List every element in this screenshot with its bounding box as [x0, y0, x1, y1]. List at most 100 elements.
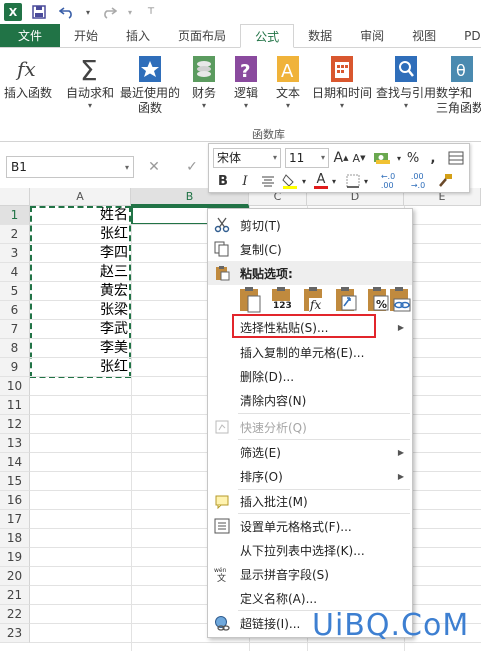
column-header-a[interactable]: A — [30, 188, 131, 206]
tab-pdf[interactable]: PD — [450, 24, 480, 47]
tab-data[interactable]: 数据 — [294, 24, 346, 47]
italic-button[interactable]: I — [237, 171, 253, 191]
chevron-down-icon: ▾ — [320, 153, 325, 162]
paste-values-button[interactable]: 123 — [270, 286, 294, 314]
math-trig-button[interactable]: θ 数学和 三角函数 — [436, 54, 481, 116]
menu-item-filter[interactable]: 筛选(E) ▶ — [208, 440, 412, 464]
tab-page-layout[interactable]: 页面布局 — [164, 24, 240, 47]
row-header-10[interactable]: 10 — [0, 377, 30, 396]
menu-item-phonetic-field[interactable]: wén 文 显示拼音字段(S) — [208, 562, 412, 586]
svg-text:?: ? — [240, 61, 250, 82]
tab-home[interactable]: 开始 — [60, 24, 112, 47]
align-center-button[interactable] — [259, 171, 277, 191]
row-header-4[interactable]: 4 — [0, 263, 30, 282]
paste-formatting-button[interactable]: % — [366, 286, 390, 314]
excel-logo-icon: X — [4, 3, 22, 21]
financial-button[interactable]: 财务 ▾ — [190, 54, 218, 111]
enter-entry-button[interactable]: ✓ — [178, 156, 206, 178]
menu-item-insert-copied-cells[interactable]: 插入复制的单元格(E)... — [208, 340, 412, 364]
menu-item-sort[interactable]: 排序(O) ▶ — [208, 464, 412, 488]
font-color-button[interactable]: A — [313, 171, 329, 191]
tab-view[interactable]: 视图 — [398, 24, 450, 47]
row-header-3[interactable]: 3 — [0, 244, 30, 263]
row-header-1[interactable]: 1 — [0, 206, 30, 225]
menu-item-format-cells[interactable]: 设置单元格格式(F)... — [208, 514, 412, 538]
menu-item-clear-contents[interactable]: 清除内容(N) — [208, 388, 412, 412]
menu-item-insert-comment[interactable]: 插入批注(M) — [208, 489, 412, 513]
bold-button[interactable]: B — [215, 171, 231, 191]
insert-function-button[interactable]: fx 插入函数 — [4, 54, 52, 101]
row-header-8[interactable]: 8 — [0, 339, 30, 358]
fill-color-button[interactable] — [281, 171, 299, 191]
row-header-19[interactable]: 19 — [0, 548, 30, 567]
row-header-20[interactable]: 20 — [0, 567, 30, 586]
chevron-down-icon: ▾ — [88, 101, 93, 110]
select-all-corner[interactable] — [0, 188, 30, 206]
tab-insert[interactable]: 插入 — [112, 24, 164, 47]
row-header-15[interactable]: 15 — [0, 472, 30, 491]
text-button[interactable]: A 文本 ▾ — [274, 54, 302, 111]
shrink-font-button[interactable]: A ▼ — [351, 148, 367, 168]
font-name-select[interactable]: 宋体 ▾ — [213, 148, 281, 168]
row-header-9[interactable]: 9 — [0, 358, 30, 377]
menu-item-cut[interactable]: 剪切(T) — [208, 213, 412, 237]
row-header-18[interactable]: 18 — [0, 529, 30, 548]
row-header-23[interactable]: 23 — [0, 624, 30, 643]
percent-style-button[interactable]: % — [405, 148, 421, 168]
format-painter-button[interactable] — [435, 171, 455, 191]
cancel-entry-button[interactable]: ✕ — [140, 156, 168, 178]
menu-item-pick-from-list[interactable]: 从下拉列表中选择(K)... — [208, 538, 412, 562]
svg-text:wén: wén — [214, 567, 227, 574]
chevron-down-icon[interactable]: ▾ — [300, 171, 308, 191]
decrease-decimal-button[interactable]: .00 →.0 — [405, 171, 431, 191]
lookup-reference-button[interactable]: 查找与引用 ▾ — [376, 54, 436, 111]
row-header-13[interactable]: 13 — [0, 434, 30, 453]
paste-button[interactable] — [238, 286, 262, 314]
name-box[interactable]: B1 ▾ — [6, 156, 134, 178]
borders-button[interactable] — [345, 171, 361, 191]
paste-transpose-button[interactable] — [334, 286, 358, 314]
undo-dropdown-icon[interactable]: ▾ — [84, 2, 92, 22]
paint-bucket-icon — [282, 174, 297, 189]
row-header-16[interactable]: 16 — [0, 491, 30, 510]
menu-item-define-name[interactable]: 定义名称(A)... — [208, 586, 412, 610]
star-icon — [136, 54, 164, 84]
chevron-down-icon: ▾ — [272, 153, 277, 162]
paste-formulas-button[interactable]: fx — [302, 286, 326, 314]
row-header-7[interactable]: 7 — [0, 320, 30, 339]
row-header-17[interactable]: 17 — [0, 510, 30, 529]
row-header-22[interactable]: 22 — [0, 605, 30, 624]
row-header-21[interactable]: 21 — [0, 586, 30, 605]
logical-button[interactable]: ? 逻辑 ▾ — [232, 54, 260, 111]
accounting-format-button[interactable] — [371, 148, 393, 168]
customize-toolbar-icon[interactable]: ⊤ — [140, 2, 162, 22]
recent-functions-button[interactable]: 最近使用的 函数 — [120, 54, 180, 116]
row-header-2[interactable]: 2 — [0, 225, 30, 244]
row-header-14[interactable]: 14 — [0, 453, 30, 472]
menu-item-copy[interactable]: 复制(C) — [208, 237, 412, 261]
undo-icon[interactable] — [56, 2, 78, 22]
chevron-down-icon[interactable]: ▾ — [330, 171, 338, 191]
date-time-button[interactable]: 日期和时间 ▾ — [312, 54, 372, 111]
save-icon[interactable] — [28, 2, 50, 22]
redo-dropdown-icon[interactable]: ▾ — [126, 2, 134, 22]
tab-file[interactable]: 文件 — [0, 24, 61, 47]
row-header-11[interactable]: 11 — [0, 396, 30, 415]
row-header-5[interactable]: 5 — [0, 282, 30, 301]
chevron-right-icon: ▶ — [397, 322, 404, 332]
chevron-down-icon[interactable]: ▾ — [395, 148, 403, 168]
grow-font-button[interactable]: A ▲ — [333, 148, 349, 168]
redo-icon[interactable] — [98, 2, 120, 22]
autosum-button[interactable]: Σ 自动求和 ▾ — [66, 54, 114, 111]
font-size-select[interactable]: 11 ▾ — [285, 148, 329, 168]
tab-formulas[interactable]: 公式 — [240, 24, 295, 48]
paste-link-button[interactable] — [388, 286, 412, 314]
chevron-down-icon[interactable]: ▾ — [362, 171, 370, 191]
format-table-button[interactable] — [447, 148, 465, 168]
increase-decimal-button[interactable]: ←.0 .00 — [375, 171, 401, 191]
menu-item-delete[interactable]: 删除(D)... — [208, 364, 412, 388]
comma-style-button[interactable]: , — [425, 148, 441, 168]
row-header-12[interactable]: 12 — [0, 415, 30, 434]
row-header-6[interactable]: 6 — [0, 301, 30, 320]
tab-review[interactable]: 审阅 — [346, 24, 398, 47]
